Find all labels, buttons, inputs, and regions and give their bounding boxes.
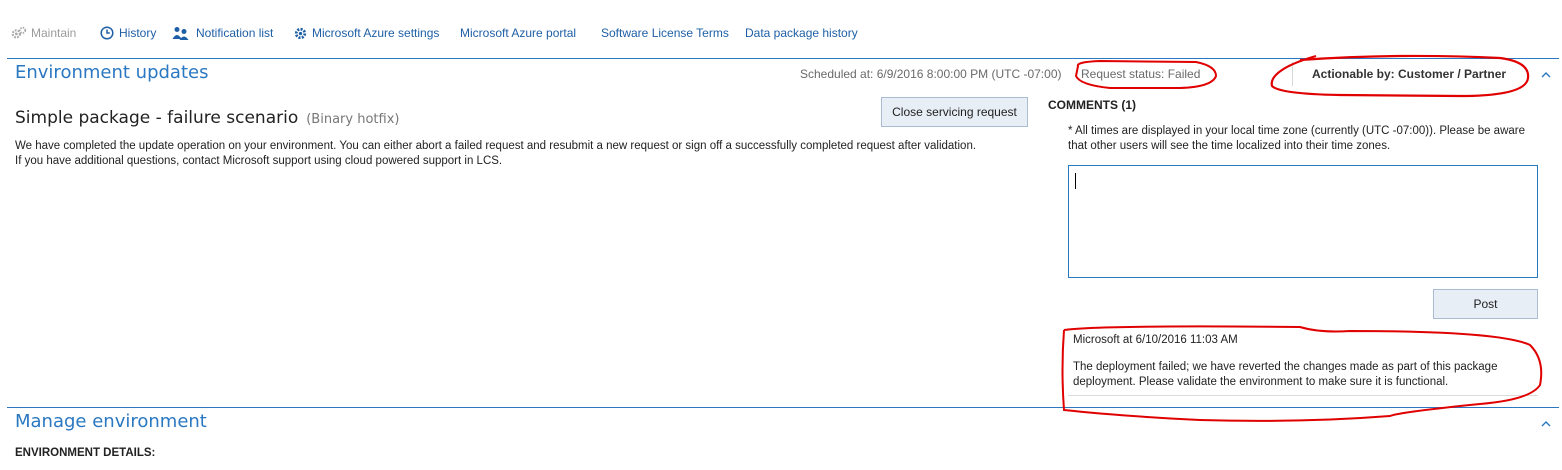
comment-text: The deployment failed; we have reverted …: [1073, 361, 1498, 388]
maintain-menu: Maintain: [11, 26, 76, 40]
actionable-by: Actionable by: Customer / Partner: [1312, 67, 1507, 81]
comment-input[interactable]: [1068, 165, 1538, 278]
people-icon: [172, 26, 192, 40]
maintain-label: Maintain: [31, 26, 77, 40]
close-servicing-request-button[interactable]: Close servicing request: [881, 97, 1028, 127]
history-label: History: [119, 26, 157, 40]
text-caret: [1075, 173, 1076, 189]
notification-list-link[interactable]: Notification list: [172, 26, 273, 40]
post-button[interactable]: Post: [1433, 289, 1538, 319]
chevron-up-icon: [1541, 420, 1551, 426]
data-package-history-link[interactable]: Data package history: [745, 26, 858, 40]
chevron-up-icon: [1541, 71, 1551, 77]
clock-icon: [99, 26, 115, 40]
gear-icon: [292, 26, 308, 40]
top-toolbar: Maintain History Notification list Micro…: [0, 0, 1562, 58]
license-terms-label: Software License Terms: [601, 26, 729, 40]
environment-details-heading: ENVIRONMENT DETAILS:: [15, 447, 156, 459]
request-status: Request status: Failed: [1081, 67, 1201, 81]
azure-portal-label: Microsoft Azure portal: [460, 26, 577, 40]
notification-list-label: Notification list: [196, 26, 274, 40]
timezone-note: * All times are displayed in your local …: [1068, 125, 1525, 152]
comment-author: Microsoft at 6/10/2016 11:03 AM: [1073, 334, 1238, 346]
collapse-manage-button[interactable]: [1540, 417, 1552, 429]
scheduled-time: Scheduled at: 6/9/2016 8:00:00 PM (UTC -…: [800, 67, 1062, 81]
environment-updates-title: Environment updates: [15, 62, 209, 83]
history-link[interactable]: History: [99, 26, 156, 40]
package-title: Simple package - failure scenario (Binary…: [15, 108, 399, 128]
collapse-updates-button[interactable]: [1540, 68, 1552, 80]
azure-settings-label: Microsoft Azure settings: [312, 26, 440, 40]
package-description: We have completed the update operation o…: [15, 140, 977, 167]
manage-environment-title: Manage environment: [15, 411, 207, 432]
section-divider: [7, 58, 1559, 59]
data-package-history-label: Data package history: [745, 26, 858, 40]
header-separator: [1292, 62, 1293, 86]
azure-settings-link[interactable]: Microsoft Azure settings: [292, 26, 439, 40]
section-divider: [7, 407, 1559, 408]
comments-heading: COMMENTS (1): [1048, 98, 1136, 112]
comment-item: Microsoft at 6/10/2016 11:03 AM The depl…: [1068, 330, 1538, 396]
license-terms-link[interactable]: Software License Terms: [601, 26, 729, 40]
azure-portal-link[interactable]: Microsoft Azure portal: [460, 26, 576, 40]
gears-icon: [11, 26, 27, 40]
package-type: (Binary hotfix): [306, 112, 400, 127]
package-name: Simple package - failure scenario: [15, 108, 299, 128]
